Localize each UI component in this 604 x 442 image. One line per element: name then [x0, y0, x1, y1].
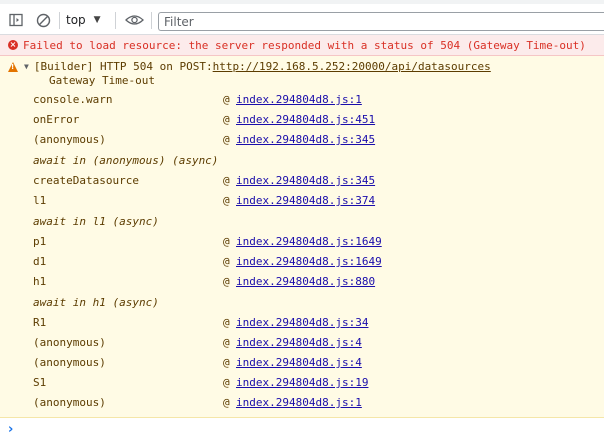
sidebar-toggle-button[interactable] — [6, 10, 26, 30]
frame-function: l1 — [33, 194, 47, 207]
async-boundary: await in (anonymous) (async) — [33, 150, 593, 171]
frame-function: h1 — [33, 275, 47, 288]
stack-trace: console.warn @ index.294804d8.js:1 onError @… — [33, 90, 593, 413]
frame-function: (anonymous) — [33, 336, 106, 349]
stack-frame: createDatasource @ index.294804d8.js:345 — [33, 171, 593, 191]
at-symbol: @ — [223, 174, 230, 187]
frame-function: await in l1 (async) — [33, 215, 159, 228]
sidebar-icon — [9, 13, 23, 27]
frame-function: console.warn — [33, 93, 113, 106]
stack-frame: (anonymous) @ index.294804d8.js:4 — [33, 333, 593, 353]
frame-source-link[interactable]: index.294804d8.js:1649 — [236, 232, 382, 252]
frame-function: await in (anonymous) (async) — [33, 154, 219, 167]
frame-function: (anonymous) — [33, 133, 106, 146]
stack-frame: (anonymous) @ index.294804d8.js:1 — [33, 393, 593, 413]
toolbar-divider — [115, 12, 116, 29]
frame-function: await in h1 (async) — [33, 296, 159, 309]
warning-header: ! ▼ [Builder] HTTP 504 on POST: http://1… — [8, 60, 491, 73]
filter-box[interactable] — [158, 12, 604, 31]
toolbar-divider — [151, 12, 152, 29]
frame-source-link[interactable]: index.294804d8.js:1 — [236, 90, 362, 110]
at-symbol: @ — [223, 194, 230, 207]
dropdown-arrow-icon: ▼ — [93, 15, 101, 25]
frame-source-link[interactable]: index.294804d8.js:19 — [236, 373, 368, 393]
console-prompt-icon[interactable]: › — [8, 422, 13, 437]
frame-source-link[interactable]: index.294804d8.js:345 — [236, 130, 375, 150]
warning-prefix: [Builder] HTTP 504 on POST: — [33, 60, 213, 73]
expand-triangle-icon[interactable]: ▼ — [24, 62, 29, 71]
toolbar-divider — [59, 12, 60, 29]
at-symbol: @ — [223, 336, 230, 349]
warning-icon: ! — [8, 61, 18, 72]
frame-function: S1 — [33, 376, 47, 389]
stack-frame: h1 @ index.294804d8.js:880 — [33, 272, 593, 292]
stack-frame: p1 @ index.294804d8.js:1649 — [33, 232, 593, 252]
stack-frame: (anonymous) @ index.294804d8.js:345 — [33, 130, 593, 150]
frame-source-link[interactable]: index.294804d8.js:451 — [236, 110, 375, 130]
frame-source-link[interactable]: index.294804d8.js:1649 — [236, 252, 382, 272]
stack-frame: console.warn @ index.294804d8.js:1 — [33, 90, 593, 110]
at-symbol: @ — [223, 376, 230, 389]
frame-function: d1 — [33, 255, 47, 268]
error-icon: × — [8, 40, 18, 50]
at-symbol: @ — [223, 93, 230, 106]
context-selector[interactable]: top ▼ — [66, 10, 101, 30]
at-symbol: @ — [223, 356, 230, 369]
frame-function: (anonymous) — [33, 356, 106, 369]
at-symbol: @ — [223, 113, 230, 126]
stack-frame: l1 @ index.294804d8.js:374 — [33, 191, 593, 211]
context-label: top — [66, 13, 86, 27]
clear-icon — [36, 13, 50, 27]
warning-detail: Gateway Time-out — [49, 74, 155, 87]
frame-source-link[interactable]: index.294804d8.js:4 — [236, 353, 362, 373]
frame-source-link[interactable]: index.294804d8.js:1 — [236, 393, 362, 413]
clear-console-button[interactable] — [33, 10, 53, 30]
frame-function: onError — [33, 113, 80, 126]
at-symbol: @ — [223, 235, 230, 248]
frame-function: R1 — [33, 316, 47, 329]
stack-frame: R1 @ index.294804d8.js:34 — [33, 313, 593, 333]
frame-function: p1 — [33, 235, 47, 248]
at-symbol: @ — [223, 133, 230, 146]
stack-frame: onError @ index.294804d8.js:451 — [33, 110, 593, 130]
at-symbol: @ — [223, 396, 230, 409]
frame-source-link[interactable]: index.294804d8.js:34 — [236, 313, 368, 333]
async-boundary: await in h1 (async) — [33, 292, 593, 313]
stack-frame: S1 @ index.294804d8.js:19 — [33, 373, 593, 393]
eye-icon — [124, 15, 144, 25]
frame-source-link[interactable]: index.294804d8.js:345 — [236, 171, 375, 191]
frame-source-link[interactable]: index.294804d8.js:4 — [236, 333, 362, 353]
console-toolbar: top ▼ — [0, 4, 604, 35]
error-message: Failed to load resource: the server resp… — [23, 38, 586, 52]
at-symbol: @ — [223, 275, 230, 288]
warning-url-link[interactable]: http://192.168.5.252:20000/api/datasourc… — [213, 60, 491, 73]
live-expression-button[interactable] — [123, 10, 145, 30]
stack-frame: d1 @ index.294804d8.js:1649 — [33, 252, 593, 272]
stack-frame: (anonymous) @ index.294804d8.js:4 — [33, 353, 593, 373]
frame-function: createDatasource — [33, 174, 139, 187]
at-symbol: @ — [223, 255, 230, 268]
filter-input[interactable] — [164, 14, 604, 29]
frame-source-link[interactable]: index.294804d8.js:880 — [236, 272, 375, 292]
at-symbol: @ — [223, 316, 230, 329]
error-message-row: × Failed to load resource: the server re… — [0, 35, 604, 56]
async-boundary: await in l1 (async) — [33, 211, 593, 232]
frame-function: (anonymous) — [33, 396, 106, 409]
warning-message-block: ! ▼ [Builder] HTTP 504 on POST: http://1… — [0, 56, 604, 418]
frame-source-link[interactable]: index.294804d8.js:374 — [236, 191, 375, 211]
